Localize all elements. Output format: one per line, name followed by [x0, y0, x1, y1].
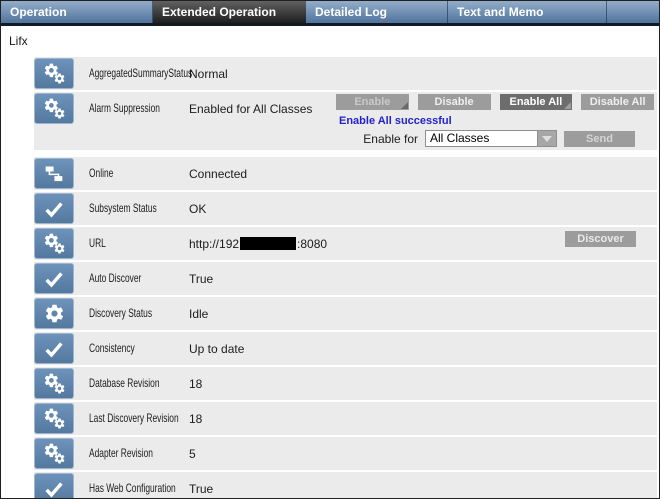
class-select[interactable]: All Classes	[425, 130, 557, 147]
tab-bar: Operation Extended Operation Detailed Lo…	[1, 1, 659, 23]
tab-operation[interactable]: Operation	[1, 1, 153, 23]
check-icon	[34, 263, 74, 294]
gears-icon	[34, 93, 74, 124]
property-label: Auto Discover	[89, 262, 141, 295]
class-select-value: All Classes	[426, 131, 537, 146]
page-title: Lifx	[1, 26, 659, 57]
send-button[interactable]: Send	[564, 131, 635, 147]
gears-icon	[34, 228, 74, 259]
property-row-auto-discover: Auto Discover True	[34, 262, 657, 295]
redacted-ip	[240, 237, 296, 250]
check-icon	[34, 193, 74, 224]
property-value: True	[189, 262, 213, 295]
status-message: Enable All successful	[339, 115, 654, 127]
check-icon	[34, 333, 74, 364]
property-value: 18	[189, 402, 202, 435]
property-value: Normal	[189, 57, 228, 90]
tab-text-and-memo[interactable]: Text and Memo	[448, 1, 607, 23]
chevron-down-icon[interactable]	[537, 131, 556, 146]
enable-button[interactable]: Enable	[336, 94, 409, 110]
gears-icon	[34, 438, 74, 469]
property-row-database-revision: Database Revision 18	[34, 367, 657, 400]
tab-detailed-log[interactable]: Detailed Log	[306, 1, 448, 23]
property-value: True	[189, 472, 213, 499]
property-value: Connected	[189, 157, 247, 190]
tab-extended-operation[interactable]: Extended Operation	[153, 1, 306, 23]
property-label: AggregatedSummaryStatus	[89, 57, 192, 90]
url-prefix: http://192	[189, 237, 239, 251]
property-value: Idle	[189, 297, 208, 330]
window: Operation Extended Operation Detailed Lo…	[0, 0, 660, 499]
property-label: Alarm Suppression	[89, 92, 160, 125]
content-area: Lifx AggregatedSummaryStatusNormalAlarm …	[1, 26, 659, 499]
tab-bar-filler	[607, 1, 659, 23]
network-icon	[34, 158, 74, 189]
property-value: OK	[189, 192, 206, 225]
property-row-url: URL http://192 :8080 Discover	[34, 227, 657, 260]
property-label: Online	[89, 157, 113, 190]
property-row-consistency: Consistency Up to date	[34, 332, 657, 365]
property-row-has-web-configuration: Has Web Configuration True	[34, 472, 657, 499]
property-label: Subsystem Status	[89, 192, 157, 225]
gears-icon	[34, 58, 74, 89]
property-row-aggregatedsummarystatus: AggregatedSummaryStatusNormal	[34, 57, 657, 90]
property-value: http://192 :8080	[189, 227, 327, 260]
property-value: 5	[189, 437, 196, 470]
property-label: URL	[89, 227, 106, 260]
property-row-subsystem-status: Subsystem Status OK	[34, 192, 657, 225]
enable-all-button[interactable]: Enable All	[500, 94, 573, 110]
property-row-alarm-suppression: Alarm Suppression Enabled for All Classes…	[34, 92, 657, 150]
alarm-suppression-controls: Enable Disable Enable All Disable All En…	[336, 92, 654, 147]
property-row-last-discovery-revision: Last Discovery Revision 18	[34, 402, 657, 435]
gears-icon	[34, 403, 74, 434]
property-value: 18	[189, 367, 202, 400]
gear-icon	[34, 298, 74, 329]
property-label: Database Revision	[89, 367, 160, 400]
property-label: Discovery Status	[89, 297, 152, 330]
property-row-discovery-status: Discovery Status Idle	[34, 297, 657, 330]
property-value: Up to date	[189, 332, 244, 365]
property-label: Consistency	[89, 332, 135, 365]
property-label: Has Web Configuration	[89, 472, 176, 499]
property-row-online: Online Connected	[34, 157, 657, 190]
alarm-button-row: Enable Disable Enable All Disable All	[336, 94, 654, 110]
disable-all-button[interactable]: Disable All	[581, 94, 654, 110]
enable-for-row: Enable for All Classes Send	[336, 130, 654, 147]
property-label: Adapter Revision	[89, 437, 153, 470]
property-value: Enabled for All Classes	[189, 92, 312, 125]
disable-button[interactable]: Disable	[418, 94, 491, 110]
property-list: AggregatedSummaryStatusNormalAlarm Suppr…	[34, 57, 657, 499]
check-icon	[34, 473, 74, 499]
enable-for-label: Enable for	[363, 132, 418, 146]
property-label: Last Discovery Revision	[89, 402, 179, 435]
gears-icon	[34, 368, 74, 399]
url-suffix: :8080	[297, 237, 327, 251]
discover-button[interactable]: Discover	[565, 231, 636, 247]
property-row-adapter-revision: Adapter Revision 5	[34, 437, 657, 470]
